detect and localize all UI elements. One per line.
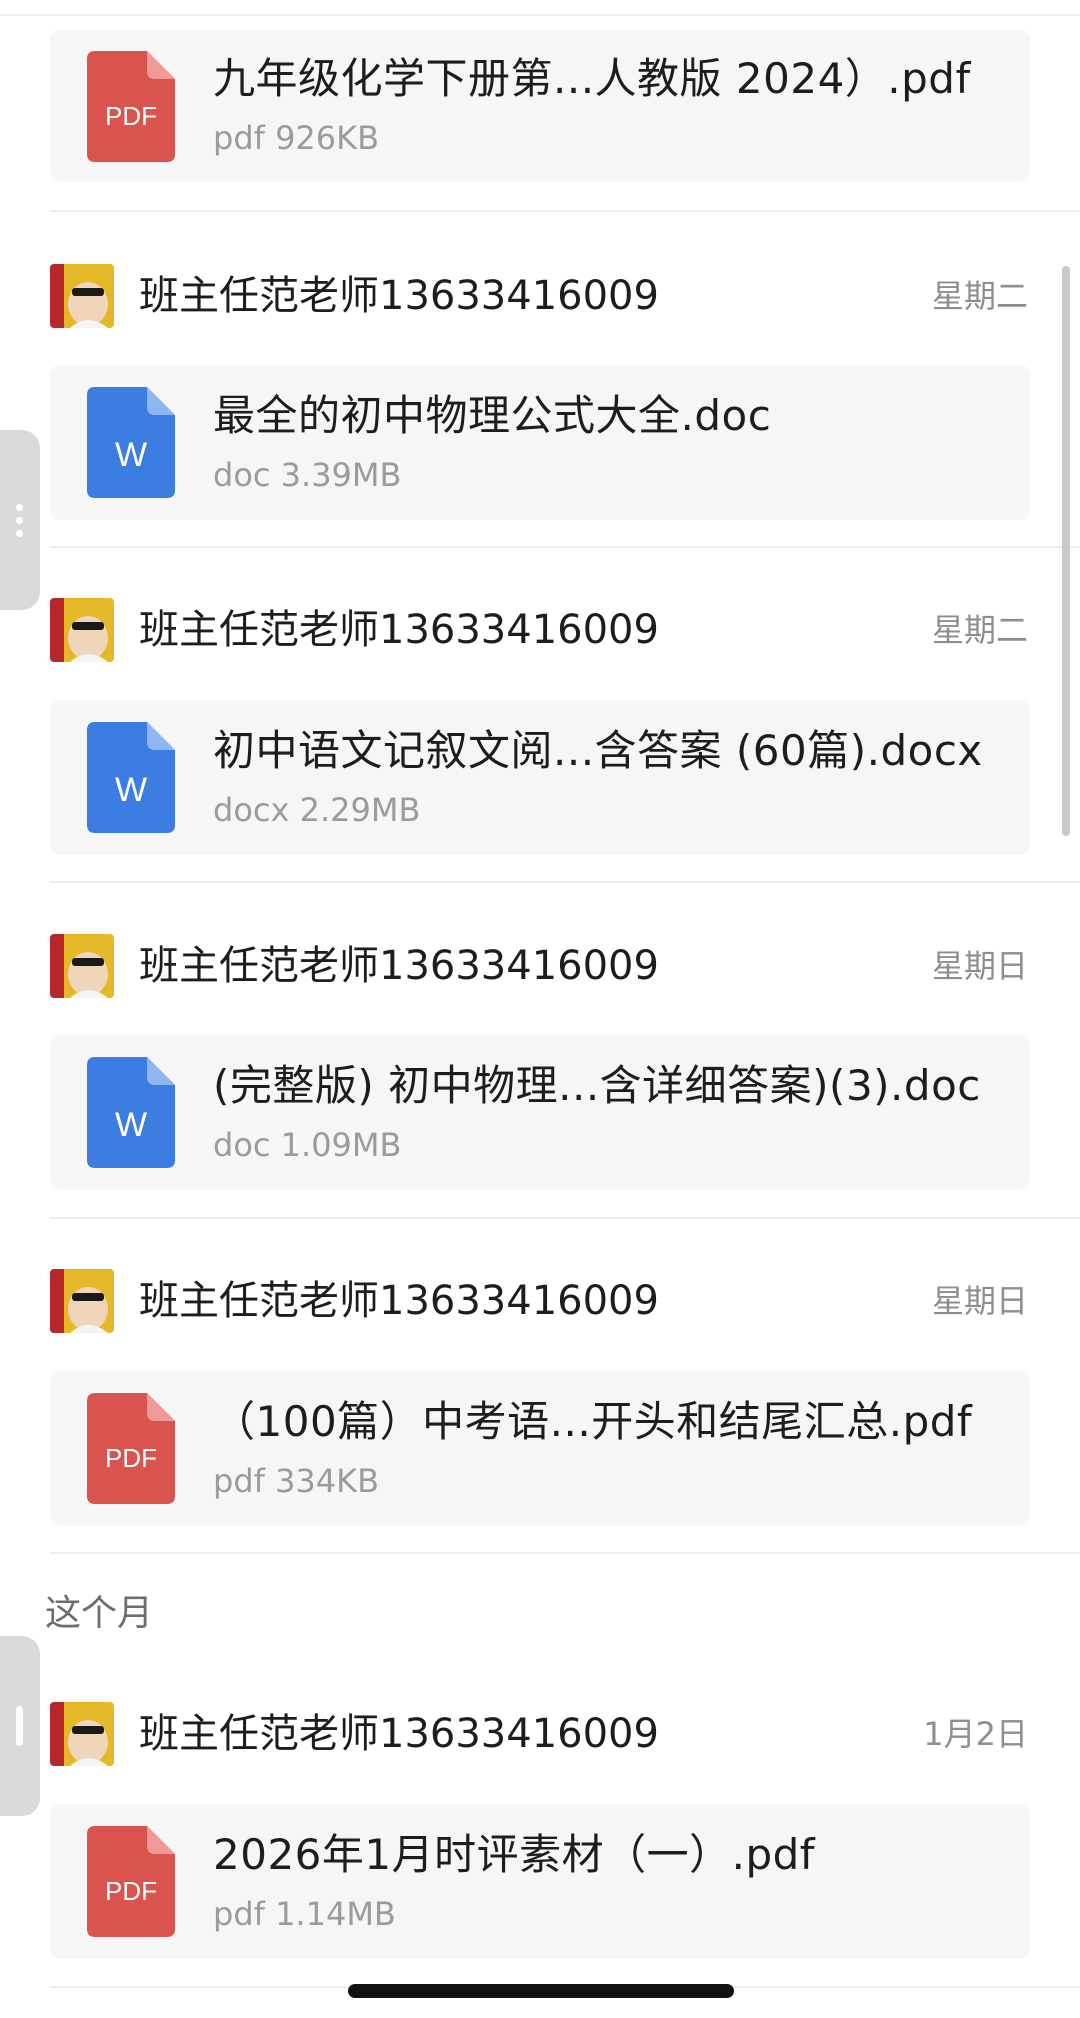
- file-name: 九年级化学下册第...人教版 2024）.pdf: [213, 54, 971, 103]
- drag-handle-icon: [16, 1706, 23, 1746]
- file-meta: pdf 334KB: [213, 1462, 380, 1500]
- svg-text:W: W: [115, 771, 147, 809]
- message-time: 星期日: [931, 947, 1028, 985]
- sender-name: 班主任范老师13633416009: [139, 1278, 659, 1324]
- avatar[interactable]: [50, 598, 114, 662]
- sender-name: 班主任范老师13633416009: [139, 607, 659, 653]
- message-time: 星期二: [931, 277, 1028, 315]
- file-name: (完整版) 初中物理...含详细答案)(3).doc: [213, 1061, 981, 1110]
- svg-text:PDF: PDF: [105, 1876, 157, 1906]
- divider: [50, 881, 1080, 883]
- sender-name: 班主任范老师13633416009: [139, 943, 659, 989]
- avatar[interactable]: [50, 264, 114, 328]
- file-card[interactable]: W 初中语文记叙文阅...含答案 (60篇).docx docx 2.29MB: [50, 700, 1030, 855]
- file-card[interactable]: W 最全的初中物理公式大全.doc doc 3.39MB: [50, 365, 1030, 520]
- file-meta: docx 2.29MB: [213, 791, 421, 829]
- side-menu-handle[interactable]: [0, 430, 40, 610]
- word-file-icon: W: [87, 387, 175, 498]
- sender-name: 班主任范老师13633416009: [139, 273, 659, 319]
- side-menu-handle-icon: [16, 504, 24, 538]
- divider: [50, 1217, 1080, 1219]
- pdf-file-icon: PDF: [87, 1826, 175, 1937]
- avatar[interactable]: [50, 1702, 114, 1766]
- message-time: 星期日: [931, 1282, 1028, 1320]
- file-card[interactable]: PDF （100篇）中考语...开头和结尾汇总.pdf pdf 334KB: [50, 1371, 1030, 1526]
- file-name: 2026年1月时评素材（一）.pdf: [213, 1830, 816, 1879]
- svg-text:W: W: [115, 436, 147, 474]
- section-header: 这个月: [45, 1593, 154, 1634]
- file-card[interactable]: PDF 2026年1月时评素材（一）.pdf pdf 1.14MB: [50, 1804, 1030, 1959]
- divider: [50, 1552, 1080, 1554]
- pdf-file-icon: PDF: [87, 51, 175, 162]
- divider: [50, 546, 1080, 548]
- message-time: 星期二: [931, 611, 1028, 649]
- svg-text:PDF: PDF: [105, 101, 157, 131]
- svg-text:W: W: [115, 1106, 147, 1144]
- avatar[interactable]: [50, 934, 114, 998]
- file-meta: pdf 1.14MB: [213, 1895, 396, 1933]
- file-card[interactable]: W (完整版) 初中物理...含详细答案)(3).doc doc 1.09MB: [50, 1035, 1030, 1190]
- scrollbar[interactable]: [1062, 266, 1070, 836]
- side-drag-handle[interactable]: [0, 1636, 40, 1816]
- avatar[interactable]: [50, 1269, 114, 1333]
- top-divider: [0, 14, 1080, 16]
- word-file-icon: W: [87, 1057, 175, 1168]
- file-meta: pdf 926KB: [213, 119, 380, 157]
- home-indicator[interactable]: [348, 1984, 734, 1998]
- pdf-file-icon: PDF: [87, 1393, 175, 1504]
- divider: [50, 210, 1080, 212]
- file-name: 初中语文记叙文阅...含答案 (60篇).docx: [213, 726, 983, 775]
- file-meta: doc 3.39MB: [213, 456, 402, 494]
- file-name: 最全的初中物理公式大全.doc: [213, 391, 772, 440]
- message-time: 1月2日: [923, 1715, 1028, 1753]
- file-name: （100篇）中考语...开头和结尾汇总.pdf: [213, 1397, 973, 1446]
- word-file-icon: W: [87, 722, 175, 833]
- svg-text:PDF: PDF: [105, 1443, 157, 1473]
- file-card[interactable]: PDF 九年级化学下册第...人教版 2024）.pdf pdf 926KB: [50, 30, 1030, 182]
- sender-name: 班主任范老师13633416009: [139, 1711, 659, 1757]
- file-meta: doc 1.09MB: [213, 1126, 402, 1164]
